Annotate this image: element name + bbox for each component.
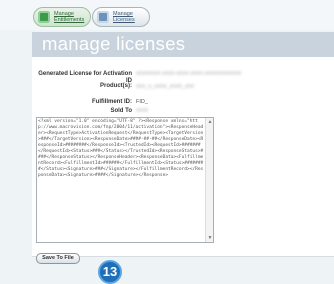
entitlements-icon	[38, 11, 50, 23]
products-value: ###_#_####_####_###	[136, 84, 195, 90]
xml-scrollbar[interactable]: ▲ ▼	[205, 118, 213, 242]
tab-label-licenses: Manage Licenses	[113, 11, 135, 23]
products-label: Product(s):	[100, 83, 132, 89]
license-xml-textarea[interactable]: <?xml version="1.0" encoding="UTF-8" ?><…	[36, 117, 214, 243]
tab-manage-licenses[interactable]: Manage Licenses	[92, 7, 150, 27]
licenses-icon	[97, 11, 109, 23]
page-header: manage licenses	[32, 32, 334, 57]
top-tab-bar: Manage Entitlements Manage Licenses	[0, 0, 334, 30]
license-xml-text: <?xml version="1.0" encoding="UTF-8" ?><…	[38, 119, 204, 178]
scroll-down-icon[interactable]: ▼	[207, 235, 213, 241]
sold-to-value: ####	[136, 108, 149, 114]
tab-label-entitlements: Manage Entitlements	[54, 11, 85, 23]
save-to-file-button[interactable]: Save To File	[36, 253, 80, 264]
sold-to-label: Sold To	[110, 108, 132, 114]
fulfillment-id-label: Fulfillment ID:	[92, 99, 132, 105]
fulfillment-id-value: FID_	[136, 99, 148, 105]
scroll-up-icon[interactable]: ▲	[207, 119, 213, 125]
step-number-badge: 13	[98, 260, 122, 284]
page-title: manage licenses	[42, 33, 186, 54]
activation-id-value: ########-####-####-####-############	[136, 71, 242, 77]
tab-manage-entitlements[interactable]: Manage Entitlements	[33, 7, 91, 27]
